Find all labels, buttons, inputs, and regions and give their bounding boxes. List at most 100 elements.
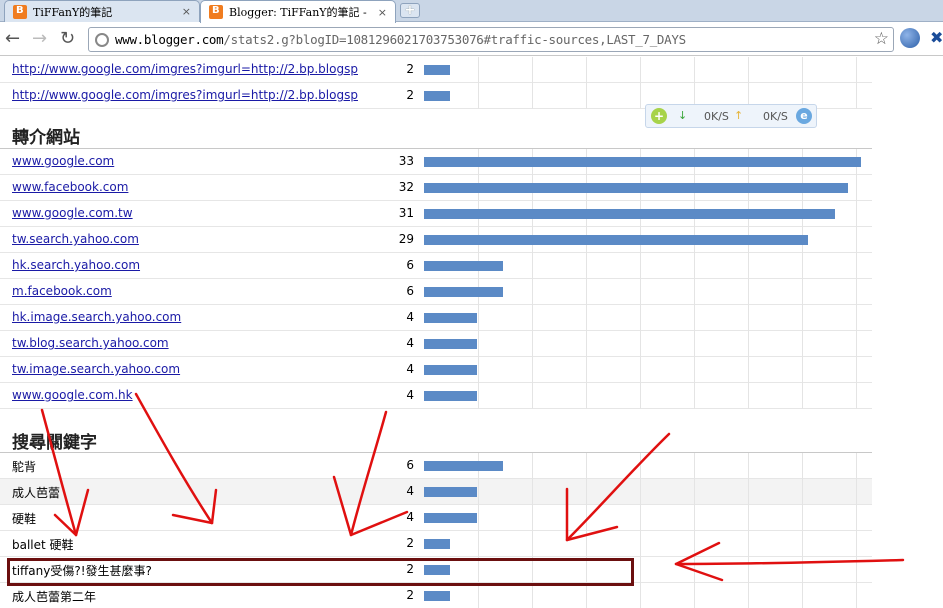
blogger-favicon-icon xyxy=(209,5,223,19)
source-link[interactable]: www.google.com xyxy=(12,154,114,168)
bar xyxy=(424,91,450,101)
upload-speed: 0K/S xyxy=(763,110,788,123)
blogger-favicon-icon xyxy=(13,4,27,19)
source-link[interactable]: http://www.google.com/imgres?imgurl=http… xyxy=(12,88,358,102)
grid-line xyxy=(478,505,479,531)
table-row: www.google.com 33 xyxy=(0,149,872,175)
ie-icon[interactable]: e xyxy=(796,108,812,124)
tab-title: TiFFanY的筆記 xyxy=(33,5,113,19)
bar-track xyxy=(424,57,872,83)
url-text[interactable]: www.blogger.com/stats2.g?blogID=10812960… xyxy=(115,32,686,47)
grid-line xyxy=(748,279,749,305)
browser-toolbar: ← → ↻ www.blogger.com/stats2.g?blogID=10… xyxy=(0,23,943,56)
visit-count: 6 xyxy=(406,458,414,472)
bar-track xyxy=(424,149,872,175)
keyword-label: 成人芭蕾 xyxy=(12,486,61,500)
extension-globe-icon[interactable] xyxy=(900,28,920,48)
grid-line xyxy=(640,57,641,83)
visit-count: 4 xyxy=(406,510,414,524)
grid-line xyxy=(532,57,533,83)
source-link[interactable]: www.facebook.com xyxy=(12,180,128,194)
star-icon[interactable]: ☆ xyxy=(874,29,889,49)
tab-close-icon[interactable]: × xyxy=(378,6,387,19)
source-link[interactable]: www.google.com.hk xyxy=(12,388,133,402)
back-icon[interactable]: ← xyxy=(5,29,20,49)
browser-tab-2[interactable]: Blogger: TiFFanY的筆記 - × xyxy=(200,0,396,23)
upload-arrow-icon: ↑ xyxy=(734,109,744,122)
grid-line xyxy=(478,57,479,83)
table-row: m.facebook.com 6 xyxy=(0,279,872,305)
grid-line xyxy=(694,505,695,531)
bar xyxy=(424,365,477,375)
bar-track xyxy=(424,331,872,357)
grid-line xyxy=(802,253,803,279)
bar-track xyxy=(424,531,872,557)
forward-icon[interactable]: → xyxy=(32,29,47,49)
grid-line xyxy=(586,383,587,409)
source-link[interactable]: hk.image.search.yahoo.com xyxy=(12,310,181,324)
grid-line xyxy=(856,227,857,253)
source-link[interactable]: tw.blog.search.yahoo.com xyxy=(12,336,169,350)
grid-line xyxy=(856,305,857,331)
visit-count: 2 xyxy=(406,62,414,76)
table-row: 成人芭蕾第二年 2 xyxy=(0,583,872,608)
table-row: http://www.google.com/imgres?imgurl=http… xyxy=(0,57,872,83)
tab-strip: TiFFanY的筆記 × Blogger: TiFFanY的筆記 - × + xyxy=(0,0,943,23)
bar xyxy=(424,339,477,349)
grid-line xyxy=(694,479,695,505)
source-link[interactable]: m.facebook.com xyxy=(12,284,112,298)
address-bar[interactable]: www.blogger.com/stats2.g?blogID=10812960… xyxy=(88,27,894,52)
source-link[interactable]: tw.search.yahoo.com xyxy=(12,232,139,246)
grid-line xyxy=(586,531,587,557)
grid-line xyxy=(856,357,857,383)
grid-line xyxy=(586,331,587,357)
grid-line xyxy=(532,279,533,305)
visit-count: 6 xyxy=(406,284,414,298)
tools-icon[interactable]: ✖ xyxy=(930,28,943,47)
bar xyxy=(424,487,477,497)
grid-line xyxy=(748,253,749,279)
table-row: www.google.com.hk 4 xyxy=(0,383,872,409)
grid-line xyxy=(586,583,587,608)
referrers-title: 轉介網站 xyxy=(12,128,80,148)
grid-line xyxy=(532,383,533,409)
bar xyxy=(424,183,848,193)
grid-line xyxy=(856,557,857,583)
grid-line xyxy=(532,505,533,531)
download-speed: 0K/S xyxy=(704,110,729,123)
grid-line xyxy=(532,453,533,479)
grid-line xyxy=(694,453,695,479)
tab-title: Blogger: TiFFanY的筆記 - xyxy=(229,6,367,19)
source-link[interactable]: www.google.com.tw xyxy=(12,206,133,220)
grid-line xyxy=(802,479,803,505)
new-tab-button[interactable]: + xyxy=(400,3,420,18)
source-link[interactable]: tw.image.search.yahoo.com xyxy=(12,362,180,376)
grid-line xyxy=(694,305,695,331)
network-speed-widget[interactable]: + ↓ 0K/S ↑ 0K/S e xyxy=(645,104,817,128)
browser-tab-1[interactable]: TiFFanY的筆記 × xyxy=(4,0,200,22)
bar xyxy=(424,261,503,271)
source-link[interactable]: hk.search.yahoo.com xyxy=(12,258,140,272)
plus-icon[interactable]: + xyxy=(651,108,667,124)
grid-line xyxy=(802,331,803,357)
grid-line xyxy=(694,279,695,305)
grid-line xyxy=(586,57,587,83)
grid-line xyxy=(532,253,533,279)
grid-line xyxy=(856,583,857,608)
visit-count: 2 xyxy=(406,588,414,602)
highlight-box xyxy=(7,558,634,586)
grid-line xyxy=(478,83,479,109)
grid-line xyxy=(802,531,803,557)
bar xyxy=(424,513,477,523)
grid-line xyxy=(586,453,587,479)
grid-line xyxy=(586,83,587,109)
grid-line xyxy=(694,253,695,279)
grid-line xyxy=(748,331,749,357)
tab-close-icon[interactable]: × xyxy=(182,5,191,18)
grid-line xyxy=(802,305,803,331)
bar-track xyxy=(424,383,872,409)
grid-line xyxy=(586,279,587,305)
source-link[interactable]: http://www.google.com/imgres?imgurl=http… xyxy=(12,62,358,76)
grid-line xyxy=(856,505,857,531)
reload-icon[interactable]: ↻ xyxy=(60,29,75,49)
